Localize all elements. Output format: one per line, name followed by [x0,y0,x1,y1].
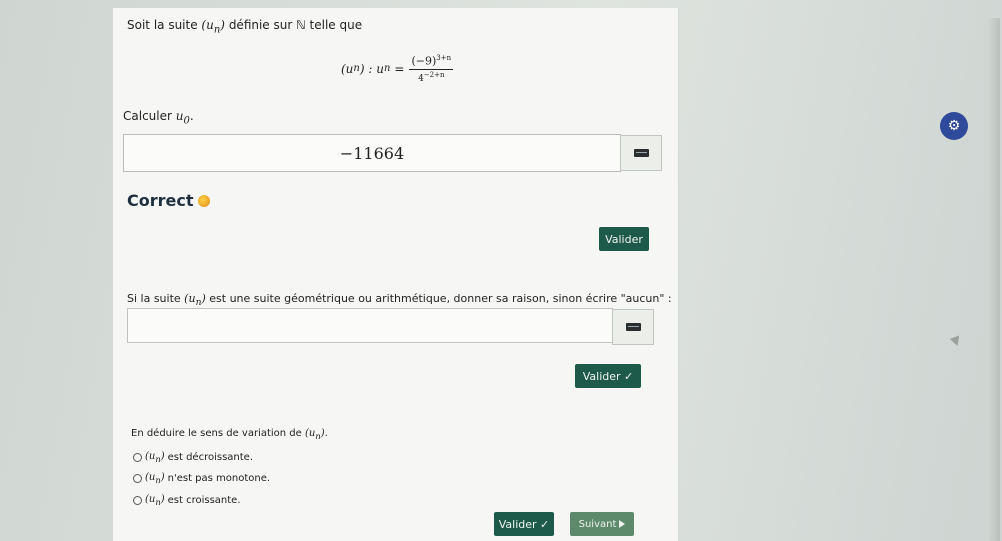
radio-option-non-monotone[interactable]: (un) n'est pas monotone. [133,472,270,485]
fraction-denominator: 4−2+n [418,70,445,84]
suivant-button[interactable]: Suivant [570,512,634,536]
exercise-card: Soit la suite (un) définie sur ℕ telle q… [112,8,679,541]
radio-option-decroissante[interactable]: (un) est décroissante. [133,451,253,464]
radio-circle[interactable] [133,453,142,462]
radio-option-croissante[interactable]: (un) est croissante. [133,494,241,507]
answer1-input[interactable]: −11664 [123,134,621,172]
answer1-value: −11664 [339,143,405,163]
valider-button-3[interactable]: Valider ✓ [494,512,554,536]
valider-button-2[interactable]: Valider ✓ [575,364,641,388]
cursor-icon [949,335,963,348]
keyboard-icon [625,323,641,331]
formula-fraction: (−9)3+n 4−2+n [409,54,454,84]
sequence-formula: (u n) : un = (−9)3+n 4−2+n [341,54,454,84]
window-edge [986,18,1000,541]
question1-statement: Soit la suite (un) définie sur ℕ telle q… [127,18,363,36]
keyboard-button-2[interactable] [612,309,654,345]
keyboard-icon [633,149,649,157]
radio-circle[interactable] [133,474,142,483]
correct-feedback: Correct [127,191,210,210]
fraction-numerator: (−9)3+n [409,54,454,70]
play-icon [619,520,626,528]
valider-button-1[interactable]: Valider [599,227,649,251]
question2-prompt: Si la suite (un) est une suite géométriq… [127,292,672,309]
keyboard-button-1[interactable] [620,135,662,171]
radio-circle[interactable] [133,496,142,505]
smiley-icon [197,194,210,207]
question3-prompt: En déduire le sens de variation de (un). [131,428,328,441]
answer2-input[interactable] [127,308,613,343]
calc-prompt: Calculer u0. [123,109,194,127]
gear-badge-icon[interactable]: ⚙ [940,112,968,140]
